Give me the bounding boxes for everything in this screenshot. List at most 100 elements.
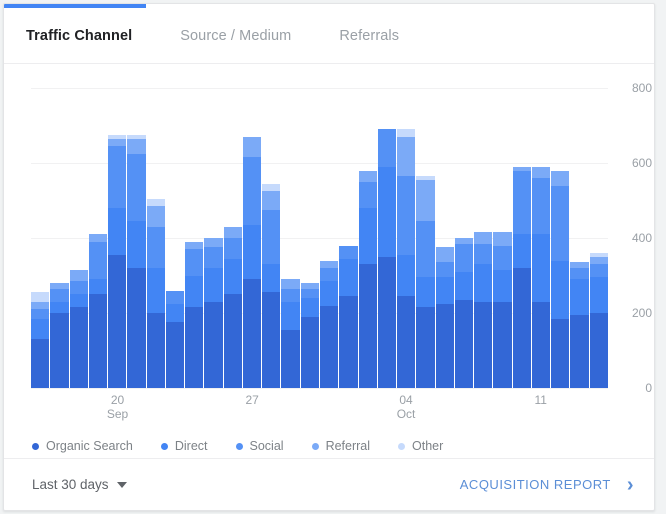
bar-column[interactable] <box>146 88 165 388</box>
bar-column[interactable] <box>397 88 416 388</box>
chevron-down-icon <box>116 481 127 488</box>
bar-column[interactable] <box>493 88 512 388</box>
bar-column[interactable] <box>50 88 69 388</box>
bar-segment <box>358 208 377 265</box>
traffic-channel-card: Traffic Channel Source / Medium Referrals … <box>3 3 655 511</box>
bar-column[interactable] <box>88 88 108 388</box>
bar-segment <box>377 256 397 388</box>
bar-segment <box>512 268 531 388</box>
x-axis-ticks: 20 Sep 27 04 Oct 11 <box>31 391 608 429</box>
bar-segment <box>435 277 454 304</box>
legend-item-organic-search[interactable]: Organic Search <box>32 439 133 453</box>
y-axis-tick-label: 800 <box>631 81 652 95</box>
bar-segment <box>474 232 493 244</box>
bar-segment <box>127 221 146 268</box>
bar-segment <box>493 232 512 246</box>
bar-column[interactable] <box>204 88 223 388</box>
bar-column[interactable] <box>570 88 589 388</box>
bar-segment <box>319 268 339 282</box>
bar-segment <box>88 234 108 242</box>
bar-column[interactable] <box>165 88 185 388</box>
bar-column[interactable] <box>319 88 339 388</box>
bar-column[interactable] <box>512 88 531 388</box>
bar-column[interactable] <box>339 88 358 388</box>
bar-column[interactable] <box>31 88 50 388</box>
bar-column[interactable] <box>474 88 493 388</box>
bar-segment <box>185 307 204 388</box>
legend-item-direct[interactable]: Direct <box>160 439 208 453</box>
bar-segment <box>435 303 454 388</box>
bar-segment <box>551 185 570 261</box>
bar-column[interactable] <box>551 88 570 388</box>
bar-segment <box>435 262 454 278</box>
bar-segment <box>531 301 551 388</box>
tab-traffic-channel[interactable]: Traffic Channel <box>26 28 132 44</box>
bar-column[interactable] <box>262 88 281 388</box>
bar-column[interactable] <box>358 88 377 388</box>
bar-column[interactable] <box>454 88 474 388</box>
bar-segment <box>223 226 242 238</box>
x-axis-tick-day: 27 <box>245 393 259 407</box>
x-axis-tick-label: 11 <box>534 393 546 407</box>
bar-segment <box>146 313 165 388</box>
bar-segment <box>69 269 88 282</box>
bar-segment <box>397 129 416 137</box>
bar-segment <box>204 247 223 268</box>
x-axis-tick-month: Oct <box>396 407 416 421</box>
bar-segment <box>69 294 88 308</box>
bar-segment <box>242 279 262 388</box>
bar-segment <box>88 241 108 280</box>
bar-segment <box>589 264 608 278</box>
bar-segment <box>531 234 551 302</box>
bar-column[interactable] <box>69 88 88 388</box>
legend-dot-icon <box>311 442 319 450</box>
bar-segment <box>127 268 146 388</box>
bar-segment <box>50 313 69 388</box>
x-axis-tick-day: 20 <box>110 393 125 407</box>
bar-column[interactable] <box>589 88 608 388</box>
bar-column[interactable] <box>108 88 127 388</box>
legend-item-other[interactable]: Other <box>398 439 443 453</box>
bar-segment <box>300 298 319 317</box>
bar-segment <box>512 234 531 268</box>
bar-segment <box>454 271 474 300</box>
bar-segment <box>416 307 435 388</box>
bar-column[interactable] <box>242 88 262 388</box>
bar-column[interactable] <box>531 88 551 388</box>
bar-segment <box>69 307 88 388</box>
bar-column[interactable] <box>127 88 146 388</box>
date-range-selector[interactable]: Last 30 days <box>32 477 127 492</box>
legend-item-referral[interactable]: Referral <box>311 439 371 453</box>
legend-item-social[interactable]: Social <box>235 439 284 453</box>
tab-referrals[interactable]: Referrals <box>339 28 399 44</box>
bar-segment <box>185 249 204 276</box>
bar-segment <box>204 268 223 302</box>
bar-column[interactable] <box>281 88 300 388</box>
bar-column[interactable] <box>223 88 242 388</box>
bar-column[interactable] <box>300 88 319 388</box>
legend-dot-icon <box>160 442 168 450</box>
x-axis-tick-label: 20 Sep <box>107 393 128 421</box>
bar-column[interactable] <box>377 88 397 388</box>
tab-bar: Traffic Channel Source / Medium Referrals <box>4 8 654 64</box>
bar-segment <box>281 301 300 330</box>
tab-source-medium[interactable]: Source / Medium <box>180 28 291 44</box>
legend-label: Referral <box>325 439 371 453</box>
bar-segment <box>589 313 608 388</box>
bar-column[interactable] <box>435 88 454 388</box>
bar-column[interactable] <box>416 88 435 388</box>
bar-segment <box>242 224 262 280</box>
y-axis-tick-label: 400 <box>631 231 652 245</box>
chart-area: 0 200 400 600 800 20 Sep 27 04 Oct 11 <box>4 65 654 429</box>
bar-segment <box>358 181 377 208</box>
acquisition-report-link[interactable]: ACQUISITION REPORT › <box>460 475 634 495</box>
bar-column[interactable] <box>185 88 204 388</box>
bar-segment <box>223 294 242 388</box>
bar-segment <box>262 209 281 265</box>
bar-segment <box>358 170 377 182</box>
x-axis-tick-label: 04 Oct <box>397 393 416 421</box>
bar-segment <box>262 191 281 210</box>
bar-segment <box>262 264 281 293</box>
bar-segment <box>493 245 512 270</box>
bar-segment <box>474 264 493 302</box>
